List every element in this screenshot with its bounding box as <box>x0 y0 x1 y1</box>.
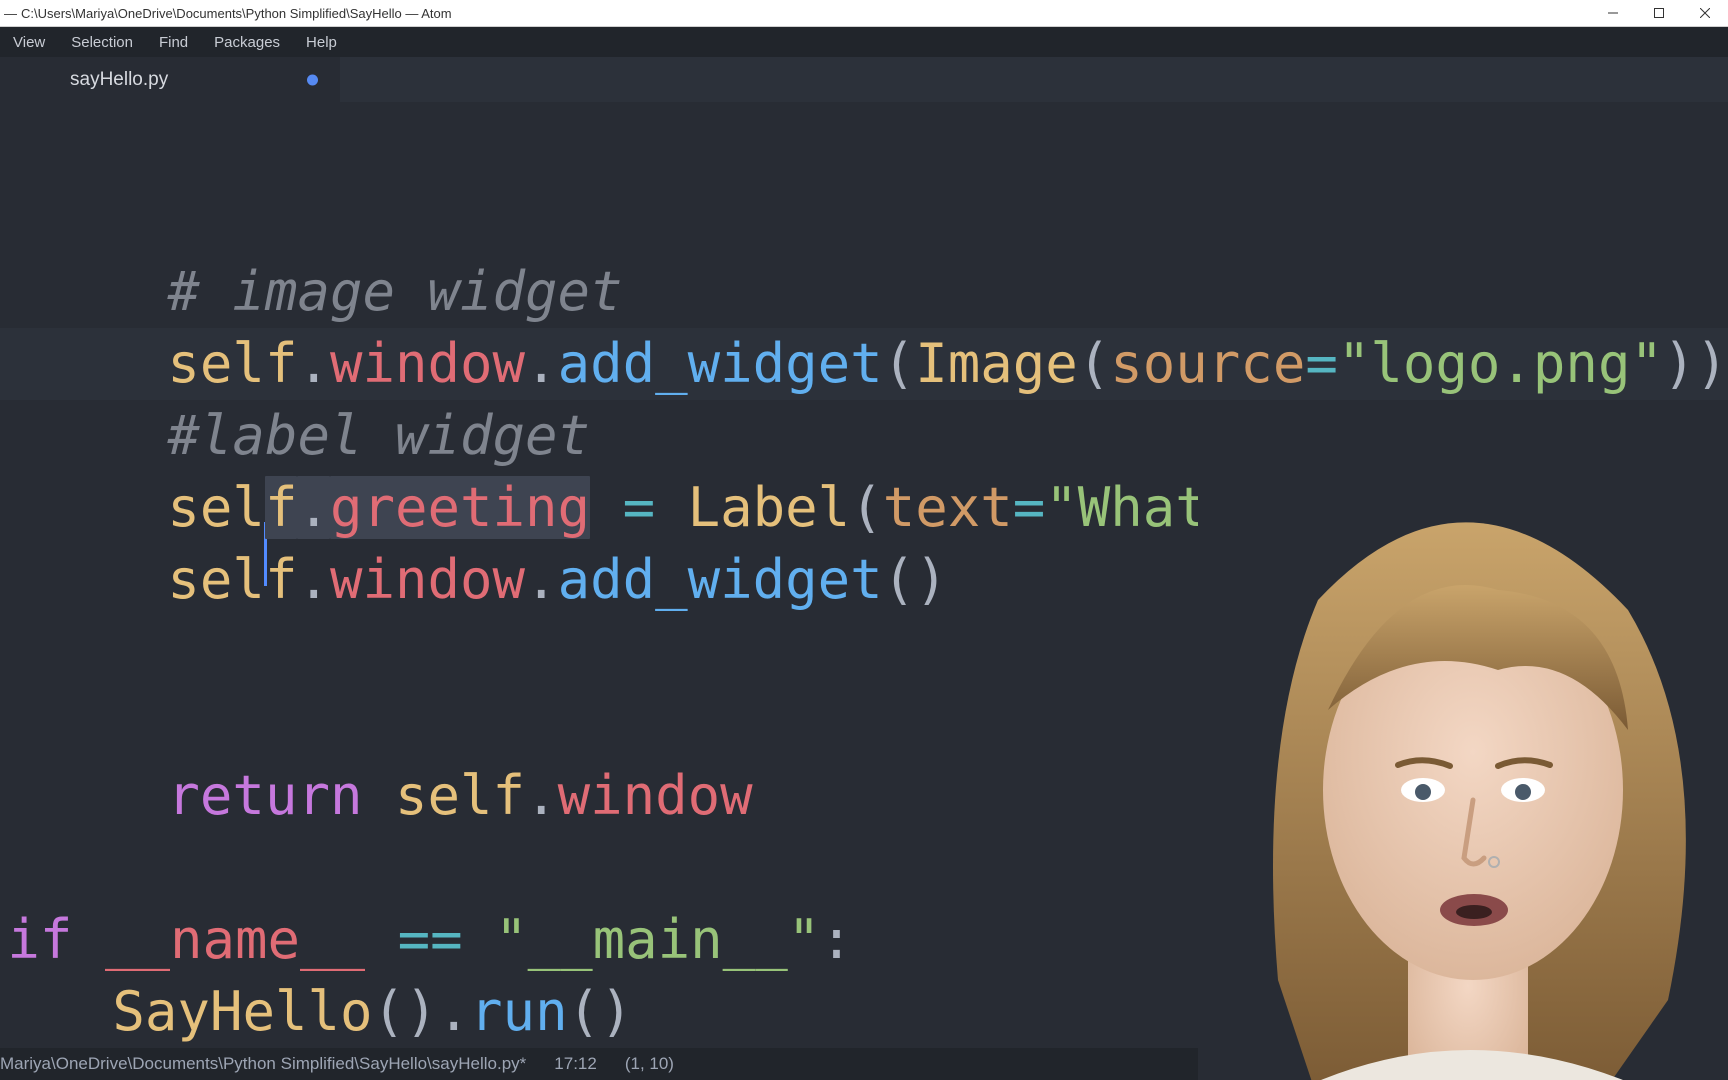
tab-title: sayHello.py <box>70 69 322 91</box>
token: ( <box>1078 332 1111 395</box>
window-title: C:\Users\Mariya\OneDrive\Documents\Pytho… <box>21 6 452 21</box>
token: . <box>525 764 558 827</box>
token: text <box>883 476 1013 539</box>
window-titlebar: — C:\Users\Mariya\OneDrive\Documents\Pyt… <box>0 0 1728 27</box>
close-button[interactable] <box>1682 0 1728 26</box>
token: ( <box>883 332 916 395</box>
tab-bar: sayHello.py <box>0 57 1728 102</box>
token: = <box>1013 476 1046 539</box>
code-line[interactable]: # image widget <box>7 256 1728 328</box>
unsaved-indicator-icon <box>307 74 318 85</box>
token: window <box>330 548 525 611</box>
token: run <box>470 980 568 1043</box>
token: (). <box>373 980 471 1043</box>
token: = <box>623 476 656 539</box>
presenter-webcam <box>1198 480 1728 1080</box>
menu-packages[interactable]: Packages <box>201 27 293 57</box>
token: ( <box>850 476 883 539</box>
menu-find[interactable]: Find <box>146 27 201 57</box>
token <box>362 764 395 827</box>
menu-help[interactable]: Help <box>293 27 350 57</box>
token: self <box>167 332 297 395</box>
maximize-button[interactable] <box>1636 0 1682 26</box>
tab-bar-empty[interactable] <box>340 57 1728 102</box>
code-line[interactable]: #label widget <box>7 400 1728 472</box>
token: . <box>525 548 558 611</box>
token: . <box>297 332 330 395</box>
token <box>590 476 623 539</box>
token: = <box>1305 332 1338 395</box>
token <box>365 908 398 971</box>
menu-view[interactable]: View <box>0 27 58 57</box>
token: Label <box>688 476 851 539</box>
token: . <box>297 548 330 611</box>
token: source <box>1110 332 1305 395</box>
token: return <box>167 764 362 827</box>
token: == <box>398 908 463 971</box>
token: #label widget <box>167 404 590 467</box>
token: () <box>883 548 948 611</box>
window-controls <box>1590 0 1728 26</box>
token: add_widget <box>558 548 883 611</box>
token: if <box>7 908 72 971</box>
status-selection[interactable]: (1, 10) <box>625 1054 674 1074</box>
token: . <box>297 476 330 539</box>
token: f <box>265 476 298 539</box>
token: # image widget <box>167 260 622 323</box>
token: Image <box>915 332 1078 395</box>
token: () <box>568 980 633 1043</box>
token: SayHello <box>112 980 372 1043</box>
token: window <box>558 764 753 827</box>
token: )) <box>1663 332 1728 395</box>
token: sel <box>167 476 265 539</box>
token: window <box>330 332 525 395</box>
tab-sayhello[interactable]: sayHello.py <box>0 57 340 102</box>
token: "__main__" <box>495 908 820 971</box>
token: add_widget <box>558 332 883 395</box>
token: self <box>167 548 297 611</box>
status-line-col[interactable]: 17:12 <box>554 1054 597 1074</box>
token: : <box>820 908 853 971</box>
minimize-button[interactable] <box>1590 0 1636 26</box>
menu-selection[interactable]: Selection <box>58 27 146 57</box>
token: self <box>395 764 525 827</box>
title-prefix: — <box>4 6 17 21</box>
menu-bar: ViewSelectionFindPackagesHelp <box>0 27 1728 57</box>
code-line[interactable]: self.window.add_widget(Image(source="log… <box>7 328 1728 400</box>
token <box>72 908 105 971</box>
token: . <box>525 332 558 395</box>
token <box>463 908 496 971</box>
token: "logo.png" <box>1338 332 1663 395</box>
token <box>655 476 688 539</box>
status-path[interactable]: Mariya\OneDrive\Documents\Python Simplif… <box>0 1054 526 1074</box>
gutter <box>0 102 7 1048</box>
token: greeting <box>330 476 590 539</box>
token: __name__ <box>105 908 365 971</box>
